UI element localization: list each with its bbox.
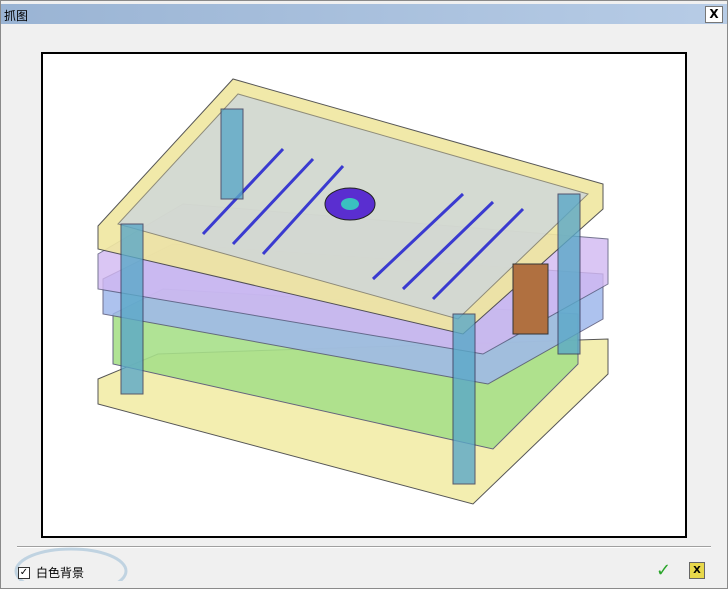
ok-button[interactable]: ✓ [656,560,671,581]
window-title: 抓图 [4,9,29,23]
check-icon: ✓ [656,560,672,581]
cancel-button[interactable]: X [689,562,705,579]
mold-assembly-image [97,78,609,505]
title-bar: 抓图 X [1,4,727,24]
capture-preview [41,52,687,538]
close-button[interactable]: X [705,6,723,23]
white-background-label: 白色背景 [36,566,85,580]
checkbox-box[interactable]: ✓ [18,566,30,579]
white-background-checkbox[interactable]: ✓ 白色背景 [18,564,84,581]
cancel-icon: X [693,565,701,576]
